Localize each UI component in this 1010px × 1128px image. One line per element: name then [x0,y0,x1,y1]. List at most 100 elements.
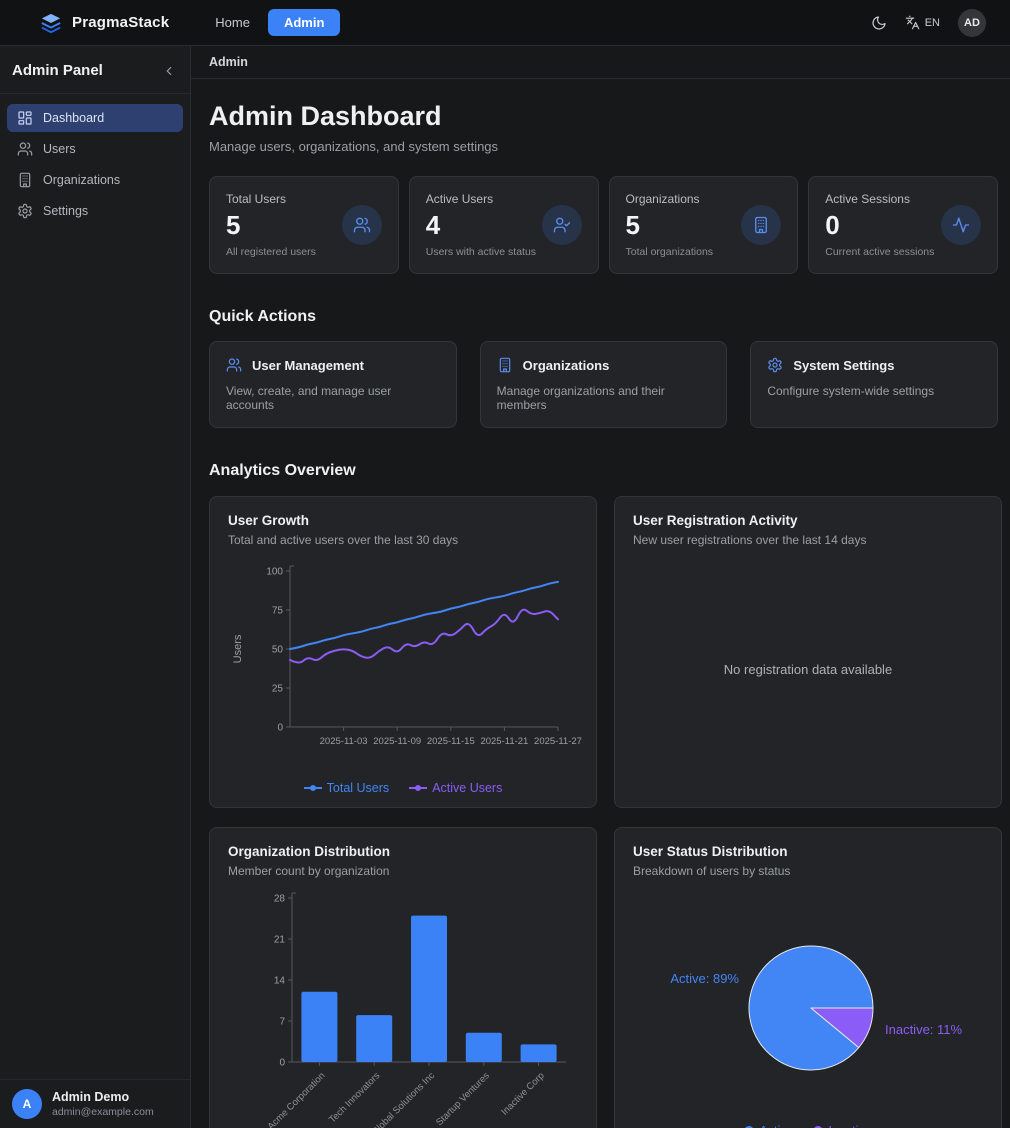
stat-card-active-users: Active Users 4 Users with active status [409,176,599,274]
empty-state-message: No registration data available [633,547,983,791]
sidebar: Admin Panel Dashboard Users Organization… [0,46,191,1128]
sidebar-title: Admin Panel [12,62,103,79]
user-avatar[interactable]: AD [958,9,986,37]
gear-icon [17,203,33,219]
sidebar-user-card[interactable]: A Admin Demo admin@example.com [0,1079,190,1128]
svg-text:Startup Ventures: Startup Ventures [434,1070,492,1128]
top-navbar: PragmaStack Home Admin EN AD [0,0,1010,46]
organization-distribution-card: Organization Distribution Member count b… [209,827,597,1128]
legend-item[interactable]: Active Users [409,781,502,795]
nav-links: Home Admin [205,9,340,36]
svg-text:21: 21 [274,935,286,946]
avatar: A [12,1089,42,1119]
svg-text:2025-11-03: 2025-11-03 [320,736,368,747]
sidebar-item-label: Organizations [43,173,120,187]
organization-distribution-chart: 07142128Acme CorporationTech InnovatorsG… [228,890,578,1128]
svg-text:Inactive: 11%: Inactive: 11% [885,1022,963,1037]
sidebar-header: Admin Panel [0,46,190,94]
sidebar-item-label: Dashboard [43,111,104,125]
action-title: User Management [252,358,364,373]
user-status-card: User Status Distribution Breakdown of us… [614,827,1002,1128]
chart-title: User Registration Activity [633,513,983,528]
action-desc: Configure system-wide settings [767,384,981,398]
legend-item[interactable]: Active [744,1124,793,1128]
chart-subtitle: Breakdown of users by status [633,864,983,878]
page-subtitle: Manage users, organizations, and system … [209,139,998,154]
svg-text:2025-11-21: 2025-11-21 [480,736,528,747]
activity-icon [941,205,981,245]
action-desc: View, create, and manage user accounts [226,384,440,412]
analytics-heading: Analytics Overview [209,462,998,480]
chart-title: User Growth [228,513,578,528]
language-switcher[interactable]: EN [905,15,940,30]
dark-mode-toggle[interactable] [871,15,887,31]
user-status-legend: Active Inactive [633,1124,983,1128]
legend-item[interactable]: Total Users [304,781,390,795]
chart-subtitle: New user registrations over the last 14 … [633,533,983,547]
action-card-user-management[interactable]: User Management View, create, and manage… [209,341,457,428]
stat-value: 4 [426,210,536,241]
dashboard-icon [17,110,33,126]
svg-text:50: 50 [272,645,284,656]
building-icon [17,172,33,188]
quick-actions-heading: Quick Actions [209,308,998,326]
building-icon [741,205,781,245]
stat-desc: Users with active status [426,246,536,258]
stat-desc: Total organizations [626,246,714,258]
layers-logo-icon [40,12,62,34]
sidebar-collapse-button[interactable] [162,64,176,78]
svg-text:Tech Innovators: Tech Innovators [327,1070,382,1125]
stat-card-active-sessions: Active Sessions 0 Current active session… [808,176,998,274]
chart-title: Organization Distribution [228,844,578,859]
action-desc: Manage organizations and their members [497,384,711,412]
svg-text:2025-11-09: 2025-11-09 [373,736,421,747]
nav-link-admin[interactable]: Admin [268,9,340,36]
stat-card-total-users: Total Users 5 All registered users [209,176,399,274]
svg-text:25: 25 [272,684,284,695]
svg-text:Users: Users [232,634,244,663]
stat-label: Total Users [226,192,316,206]
chart-title: User Status Distribution [633,844,983,859]
user-growth-card: User Growth Total and active users over … [209,496,597,808]
users-icon [17,141,33,157]
svg-text:7: 7 [279,1017,285,1028]
user-status-pie-chart: Active: 89% Inactive: 11% [633,890,983,1118]
gear-icon [767,357,783,373]
language-label: EN [925,17,940,29]
sidebar-menu: Dashboard Users Organizations Settings [0,94,190,235]
action-title: System Settings [793,358,894,373]
sidebar-item-dashboard[interactable]: Dashboard [7,104,183,132]
nav-link-home[interactable]: Home [205,9,260,36]
stat-label: Organizations [626,192,714,206]
action-card-organizations[interactable]: Organizations Manage organizations and t… [480,341,728,428]
brand-name: PragmaStack [72,14,169,31]
sidebar-item-settings[interactable]: Settings [7,197,183,225]
breadcrumb-bar: Admin [191,46,1010,79]
registration-activity-card: User Registration Activity New user regi… [614,496,1002,808]
navbar-right: EN AD [871,9,986,37]
stat-desc: Current active sessions [825,246,934,258]
chart-subtitle: Total and active users over the last 30 … [228,533,578,547]
stat-value: 5 [626,210,714,241]
svg-text:0: 0 [279,1058,285,1069]
action-title: Organizations [523,358,610,373]
action-card-system-settings[interactable]: System Settings Configure system-wide se… [750,341,998,428]
breadcrumb[interactable]: Admin [209,55,248,69]
svg-text:Inactive Corp: Inactive Corp [499,1070,546,1117]
svg-text:0: 0 [277,723,283,734]
svg-text:14: 14 [274,976,286,987]
svg-text:75: 75 [272,606,284,617]
users-icon [226,357,242,373]
page-title: Admin Dashboard [209,101,998,132]
sidebar-item-users[interactable]: Users [7,135,183,163]
brand[interactable]: PragmaStack [40,12,169,34]
legend-item[interactable]: Inactive [813,1124,871,1128]
svg-text:2025-11-27: 2025-11-27 [534,736,582,747]
svg-text:2025-11-15: 2025-11-15 [427,736,475,747]
quick-actions-grid: User Management View, create, and manage… [209,341,998,428]
user-growth-chart: 02550751002025-11-032025-11-092025-11-15… [228,559,578,757]
svg-text:Active: 89%: Active: 89% [670,971,739,986]
stat-label: Active Users [426,192,536,206]
users-icon [342,205,382,245]
sidebar-item-organizations[interactable]: Organizations [7,166,183,194]
